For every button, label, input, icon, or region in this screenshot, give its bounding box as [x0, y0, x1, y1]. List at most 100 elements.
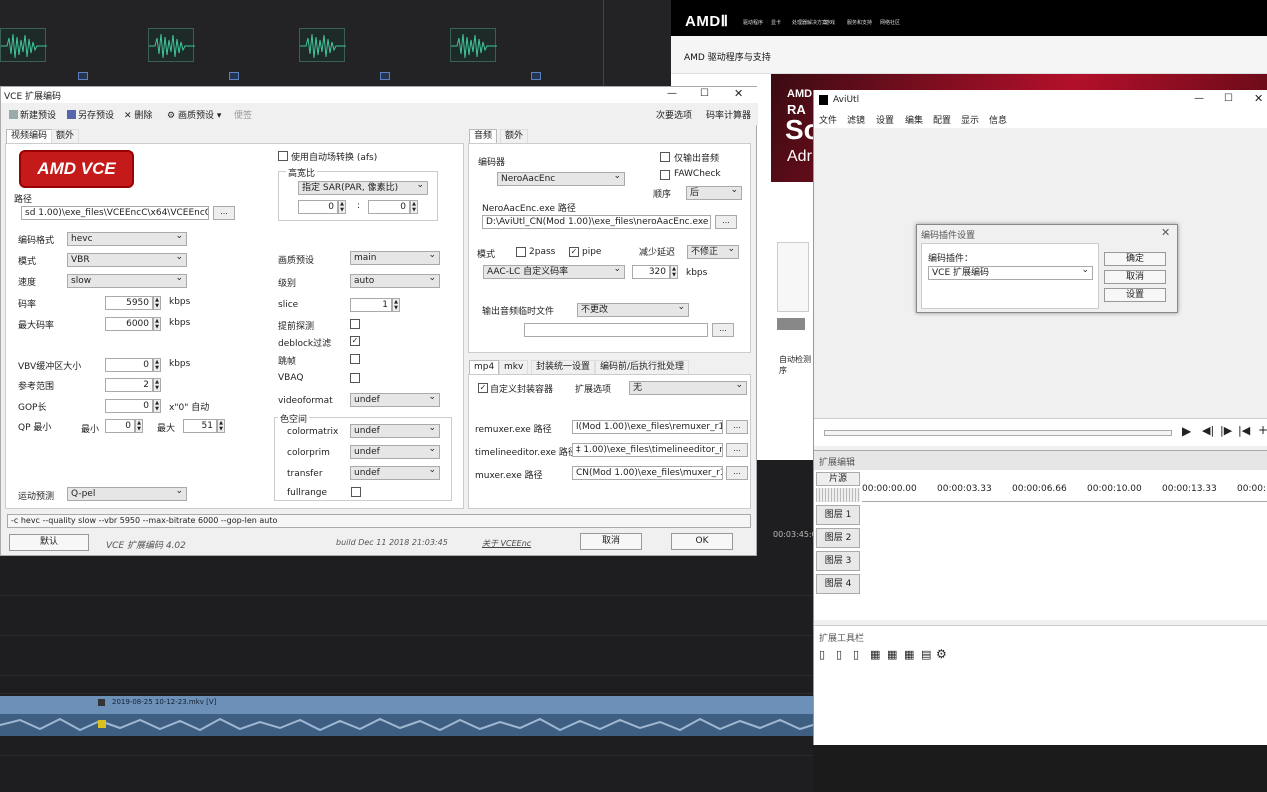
tab-mp4[interactable]: mp4 — [469, 360, 500, 374]
amd-nav-item[interactable]: 驱动程序 — [743, 19, 763, 26]
vce-path-input[interactable]: sd 1.00)\exe_files\VCEEncC\x64\VCEEncC64… — [21, 206, 209, 220]
qp-max-stepper[interactable]: ▲ ▼ — [217, 419, 225, 433]
slice-input[interactable]: 1 — [350, 298, 392, 312]
temp-browse-button[interactable]: ... — [712, 323, 734, 337]
audio-encoder-select[interactable]: NeroAacEnc — [497, 172, 625, 186]
maxrate-stepper[interactable]: ▲ ▼ — [153, 317, 161, 331]
next-options-button[interactable]: 次要选项 — [656, 108, 692, 121]
audio-clip[interactable] — [0, 714, 813, 736]
slice-stepper[interactable]: ▲ ▼ — [392, 298, 400, 312]
save-icon[interactable]: ▯ — [853, 648, 859, 661]
temp-file-select[interactable]: 不更改 — [577, 303, 689, 317]
save-as-button[interactable]: 另存预设 — [67, 108, 114, 121]
grid-icon[interactable]: ▦ — [887, 648, 897, 661]
remuxer-input[interactable]: l(Mod 1.00)\exe_files\remuxer_r1474.exe — [572, 420, 723, 434]
close-icon[interactable]: ✕ — [1161, 226, 1170, 239]
plugin-select[interactable]: VCE 扩展编码 — [928, 266, 1093, 280]
audio-path-input[interactable]: D:\AviUtl_CN(Mod 1.00)\exe_files\neroAac… — [482, 215, 711, 229]
afs-checkbox[interactable] — [278, 151, 288, 161]
bitrate-calc-button[interactable]: 码率计算器 — [706, 108, 751, 121]
menu-file[interactable]: 文件 — [819, 113, 837, 126]
aspect-select[interactable]: 指定 SAR(PAR, 像素比) — [298, 181, 428, 195]
cancel-button[interactable]: 取消 — [580, 533, 642, 550]
about-link[interactable]: 关于 VCEEnc — [482, 538, 531, 549]
maximize-icon[interactable]: ☐ — [700, 88, 709, 99]
bitrate-input[interactable]: 5950 — [105, 296, 153, 310]
maxrate-input[interactable]: 6000 — [105, 317, 153, 331]
colorprim-select[interactable]: undef — [350, 445, 440, 459]
cancel-button[interactable]: 取消 — [1104, 270, 1166, 284]
layer-4[interactable]: 图层 4 — [816, 574, 860, 594]
tab-extra[interactable]: 额外 — [51, 129, 80, 143]
menu-view[interactable]: 显示 — [961, 113, 979, 126]
remuxer-browse-button[interactable]: ... — [726, 420, 748, 434]
profile-select[interactable]: main — [350, 251, 440, 265]
custom-mux-checkbox[interactable]: ✓ — [478, 383, 488, 393]
amd-nav-item[interactable]: 服务和支持 — [847, 19, 872, 26]
sar-y-input[interactable]: 0 — [368, 200, 410, 214]
vbv-stepper[interactable]: ▲ ▼ — [153, 358, 161, 372]
skip-checkbox[interactable] — [350, 354, 360, 364]
timeline-browse-button[interactable]: ... — [726, 443, 748, 457]
new-icon[interactable]: ▯ — [819, 648, 825, 661]
menu-filter[interactable]: 滤镜 — [847, 113, 865, 126]
amd-logo[interactable]: AMDⅡ — [685, 12, 729, 30]
prepass-checkbox[interactable] — [350, 319, 360, 329]
add-icon[interactable]: + — [1258, 423, 1267, 437]
gop-stepper[interactable]: ▲ ▼ — [153, 399, 161, 413]
ok-button[interactable]: OK — [671, 533, 733, 550]
sar-x-stepper[interactable]: ▲ ▼ — [338, 200, 346, 214]
seek-slider[interactable] — [824, 430, 1172, 436]
motion-select[interactable]: Q-pel — [67, 487, 187, 501]
ok-button[interactable]: 确定 — [1104, 252, 1166, 266]
settings-button[interactable]: 设置 — [1104, 288, 1166, 302]
layer-1[interactable]: 图层 1 — [816, 505, 860, 525]
qp-min-input[interactable]: 0 — [105, 419, 135, 433]
cmdline-display[interactable]: -c hevc --quality slow --vbr 5950 --max-… — [7, 514, 751, 528]
sar-y-stepper[interactable]: ▲ ▼ — [410, 200, 418, 214]
twopass-checkbox[interactable] — [516, 247, 526, 257]
order-select[interactable]: 后 — [686, 186, 742, 200]
timeline-ruler[interactable]: 00:00:00.00 00:00:03.33 00:00:06.66 00:0… — [862, 472, 1267, 502]
audio-bitrate-stepper[interactable]: ▲ ▼ — [670, 265, 678, 279]
fullrange-checkbox[interactable] — [351, 487, 361, 497]
default-button[interactable]: 默认 — [9, 534, 89, 551]
audio-browse-button[interactable]: ... — [715, 215, 737, 229]
ref-input[interactable]: 2 — [105, 378, 153, 392]
quality-preset-button[interactable]: ⚙ 画质预设 ▾ — [167, 108, 221, 121]
audio-profile-select[interactable]: AAC-LC 自定义码率 — [483, 265, 625, 279]
speed-select[interactable]: slow — [67, 274, 187, 288]
qp-max-input[interactable]: 51 — [183, 419, 217, 433]
amd-nav-item[interactable]: 游戏 — [825, 19, 835, 26]
minimize-icon[interactable]: — — [1194, 93, 1204, 104]
vbaq-checkbox[interactable] — [350, 373, 360, 383]
go-start-icon[interactable]: |◀ — [1238, 424, 1250, 437]
delete-button[interactable]: ✕ 删除 — [124, 108, 152, 121]
video-clip[interactable]: 2019-08-25 10-12-23.mkv [V] — [0, 696, 813, 714]
tab-mux-common[interactable]: 封装统一设置 — [531, 360, 596, 374]
zoom-bar[interactable] — [816, 488, 860, 502]
layer-2[interactable]: 图层 2 — [816, 528, 860, 548]
prev-frame-icon[interactable]: ◀| — [1202, 424, 1214, 437]
grid-icon[interactable]: ▦ — [904, 648, 914, 661]
only-audio-checkbox[interactable] — [660, 152, 670, 162]
amd-nav-item[interactable]: 网络社区 — [880, 19, 900, 26]
amd-nav-item[interactable]: 处理器解决方案 — [792, 19, 827, 26]
temp-file-input[interactable] — [524, 323, 708, 337]
tab-audio[interactable]: 音频 — [469, 129, 498, 143]
menu-settings[interactable]: 设置 — [876, 113, 894, 126]
play-icon[interactable]: ▶ — [1182, 424, 1191, 438]
audio-bitrate-input[interactable]: 320 — [632, 265, 670, 279]
bitrate-stepper[interactable]: ▲ ▼ — [153, 296, 161, 310]
gop-input[interactable]: 0 — [105, 399, 153, 413]
mode-select[interactable]: VBR — [67, 253, 187, 267]
muxer-browse-button[interactable]: ... — [726, 466, 748, 480]
minimize-icon[interactable]: — — [667, 88, 677, 99]
sar-x-input[interactable]: 0 — [298, 200, 338, 214]
ref-stepper[interactable]: ▲ ▼ — [153, 378, 161, 392]
tab-video[interactable]: 视频编码 — [6, 129, 53, 143]
close-icon[interactable]: ✕ — [1254, 92, 1263, 105]
new-preset-button[interactable]: 新建预设 — [9, 108, 56, 121]
layer-3[interactable]: 图层 3 — [816, 551, 860, 571]
fawcheck-checkbox[interactable] — [660, 170, 670, 180]
